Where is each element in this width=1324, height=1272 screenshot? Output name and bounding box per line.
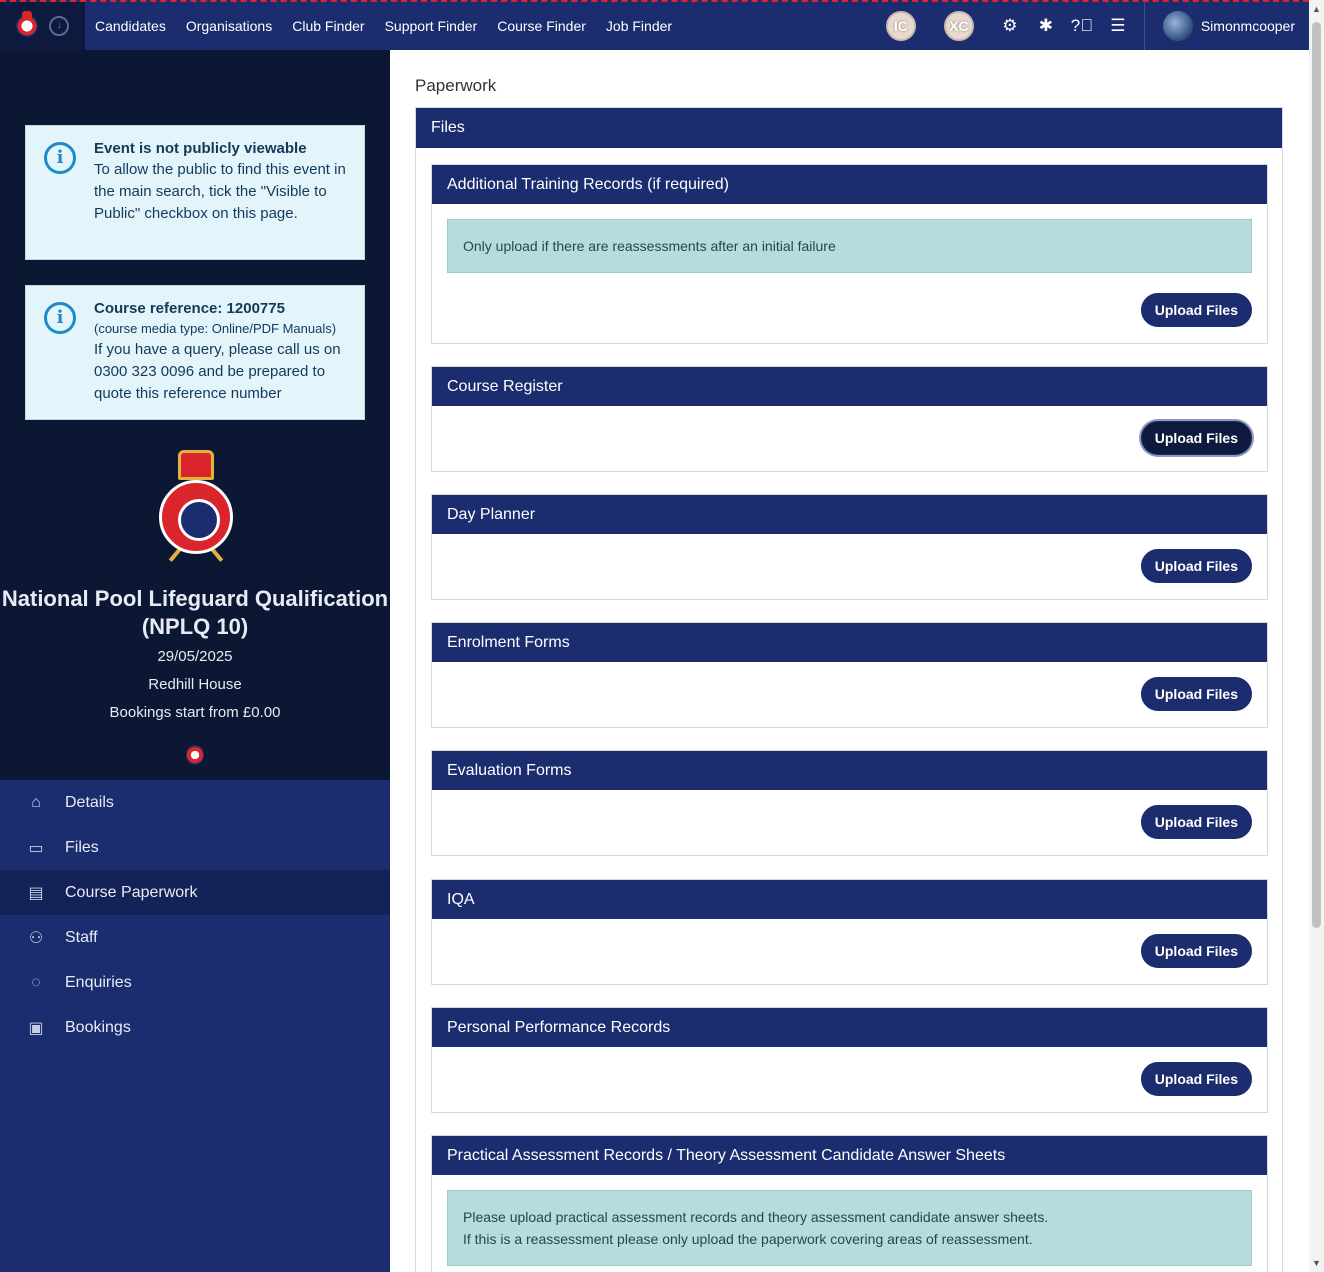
nav-link-club-finder[interactable]: Club Finder	[292, 18, 364, 34]
gear-icon[interactable]: ⚙	[992, 16, 1028, 36]
section-iqa: IQA Upload Files	[431, 879, 1268, 985]
side-menu: ⌂ Details ▭ Files ▤ Course Paperwork ⚇ S…	[0, 780, 390, 1272]
section-title: Enrolment Forms	[432, 623, 1267, 662]
course-media-type: (course media type: Online/PDF Manuals)	[94, 321, 337, 336]
section-personal-performance-records: Personal Performance Records Upload File…	[431, 1007, 1268, 1113]
notice-line: Please upload practical assessment recor…	[463, 1209, 1049, 1225]
folder-icon: ▭	[28, 839, 44, 857]
page-scrollbar[interactable]: ▲ ▼	[1309, 0, 1324, 1272]
course-reference-title: Course reference: 1200775	[94, 300, 285, 317]
upload-files-button[interactable]: Upload Files	[1140, 805, 1252, 839]
course-price: Bookings start from £0.00	[109, 704, 281, 721]
section-enrolment-forms: Enrolment Forms Upload Files	[431, 622, 1268, 728]
visibility-notice-body: To allow the public to find this event i…	[94, 161, 346, 222]
section-additional-training-records: Additional Training Records (if required…	[431, 164, 1268, 344]
upload-files-button[interactable]: Upload Files	[1140, 421, 1252, 455]
clipboard-icon: ▣	[28, 1019, 44, 1037]
section-evaluation-forms: Evaluation Forms Upload Files	[431, 750, 1268, 856]
sidebar-item-files[interactable]: ▭ Files	[0, 825, 390, 870]
section-title: Practical Assessment Records / Theory As…	[432, 1136, 1267, 1175]
course-date: 29/05/2025	[157, 648, 233, 665]
sidebar-item-course-paperwork[interactable]: ▤ Course Paperwork	[0, 870, 390, 915]
user-name: Simonmcooper	[1200, 18, 1295, 34]
nav-link-organisations[interactable]: Organisations	[186, 18, 272, 34]
section-practical-assessment-records: Practical Assessment Records / Theory As…	[431, 1135, 1268, 1272]
user-menu[interactable]: Simonmcooper	[1143, 2, 1309, 50]
page-title: Paperwork	[415, 76, 497, 95]
sidebar-item-label: Course Paperwork	[65, 883, 198, 901]
users-icon: ⚇	[28, 929, 44, 947]
nav-link-job-finder[interactable]: Job Finder	[606, 18, 672, 34]
sidebar-item-label: Enquiries	[65, 973, 132, 991]
upload-files-button[interactable]: Upload Files	[1140, 293, 1252, 327]
course-venue: Redhill House	[148, 676, 242, 693]
section-title: Evaluation Forms	[432, 751, 1267, 790]
section-notice: Please upload practical assessment recor…	[447, 1190, 1252, 1266]
sidebar-item-bookings[interactable]: ▣ Bookings	[0, 1005, 390, 1050]
upload-files-button[interactable]: Upload Files	[1140, 549, 1252, 583]
files-header: Files	[416, 108, 1282, 148]
xc-badge[interactable]: XC	[943, 11, 974, 41]
nav-link-support-finder[interactable]: Support Finder	[385, 18, 478, 34]
sidebar-item-details[interactable]: ⌂ Details	[0, 780, 390, 825]
info-icon: i	[44, 302, 76, 334]
notice-line: If this is a reassessment please only up…	[463, 1231, 1033, 1247]
nav-link-course-finder[interactable]: Course Finder	[497, 18, 586, 34]
sidebar-item-enquiries[interactable]: ◌ Enquiries	[0, 960, 390, 1005]
section-course-register: Course Register Upload Files	[431, 366, 1268, 472]
chat-icon: ◌	[31, 973, 41, 991]
sidebar-item-staff[interactable]: ⚇ Staff	[0, 915, 390, 960]
upload-files-button[interactable]: Upload Files	[1140, 934, 1252, 968]
document-icon: ▤	[28, 884, 44, 902]
sidebar-item-label: Staff	[65, 928, 98, 946]
section-title: Personal Performance Records	[432, 1008, 1267, 1047]
section-title: IQA	[432, 880, 1267, 919]
bug-icon[interactable]: ✱	[1028, 16, 1064, 36]
top-navbar: ↓ Candidates Organisations Club Finder S…	[0, 0, 1309, 50]
download-icon[interactable]: ↓	[49, 16, 70, 36]
sidebar-item-label: Files	[65, 838, 99, 856]
scroll-down-icon[interactable]: ▼	[1312, 1258, 1321, 1268]
upload-files-button[interactable]: Upload Files	[1140, 677, 1252, 711]
brand-area: ↓	[0, 2, 85, 50]
home-icon: ⌂	[31, 793, 41, 811]
nav-right: IC XC ⚙ ✱ ?⃝ ☰ Simonmcooper	[885, 2, 1309, 50]
main-content: Paperwork Files Additional Training Reco…	[390, 50, 1309, 1272]
visibility-notice: i Event is not publicly viewable To allo…	[25, 125, 365, 260]
course-reference-body: If you have a query, please call us on 0…	[94, 341, 341, 402]
rls-small-logo-icon	[186, 745, 204, 765]
help-icon[interactable]: ?⃝	[1064, 16, 1100, 36]
section-title: Day Planner	[432, 495, 1267, 534]
main-nav: Candidates Organisations Club Finder Sup…	[85, 2, 692, 50]
section-title: Additional Training Records (if required…	[432, 165, 1267, 204]
section-notice: Only upload if there are reassessments a…	[447, 219, 1252, 273]
section-title: Course Register	[432, 367, 1267, 406]
scroll-up-icon[interactable]: ▲	[1312, 4, 1321, 14]
upload-files-button[interactable]: Upload Files	[1140, 1062, 1252, 1096]
ic-badge[interactable]: IC	[885, 11, 916, 41]
rls-logo-icon[interactable]	[15, 11, 38, 37]
scroll-thumb[interactable]	[1312, 22, 1321, 928]
course-title: National Pool Lifeguard Qualification (N…	[1, 586, 389, 639]
course-reference-notice: i Course reference: 1200775 (course medi…	[25, 285, 365, 420]
rls-crest-logo	[155, 450, 237, 565]
sidebar: i Event is not publicly viewable To allo…	[0, 50, 390, 1272]
visibility-notice-title: Event is not publicly viewable	[94, 140, 307, 157]
files-card: Files Additional Training Records (if re…	[415, 107, 1283, 1272]
user-avatar	[1162, 11, 1193, 41]
menu-icon[interactable]: ☰	[1100, 16, 1136, 36]
sidebar-item-label: Bookings	[65, 1018, 131, 1036]
info-icon: i	[44, 142, 76, 174]
sidebar-item-label: Details	[65, 793, 114, 811]
nav-link-candidates[interactable]: Candidates	[95, 18, 166, 34]
section-day-planner: Day Planner Upload Files	[431, 494, 1268, 600]
